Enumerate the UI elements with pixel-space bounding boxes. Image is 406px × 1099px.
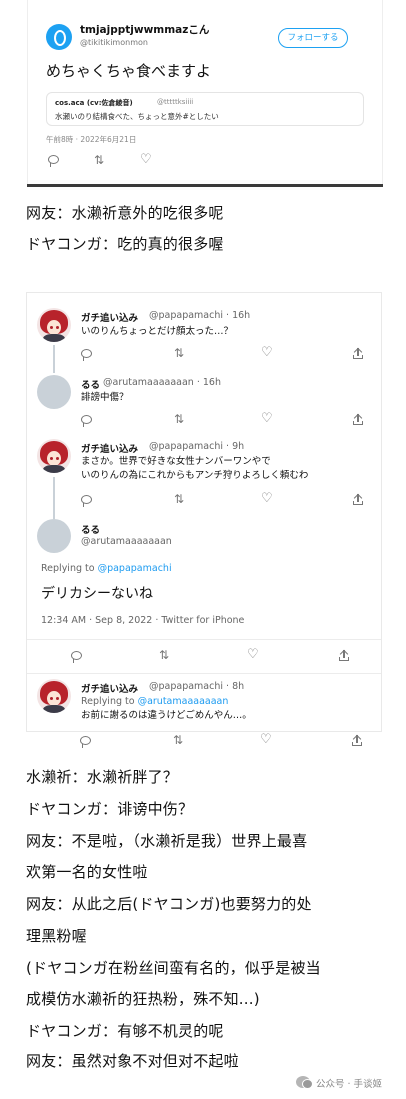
tweet-text: めちゃくちゃ食べますよ	[46, 62, 212, 80]
retweet-icon[interactable]: ⇅	[174, 347, 184, 359]
tweet-author-name[interactable]: ガチ追い込み	[81, 681, 138, 695]
user-avatar[interactable]	[37, 308, 71, 342]
reply-icon[interactable]	[81, 349, 92, 361]
share-icon[interactable]	[353, 493, 363, 505]
embedded-tweet-card: tmjajpptjwwmmazこん @tikitikimonmon フォローする…	[27, 0, 383, 186]
like-icon[interactable]: ♡	[261, 412, 273, 425]
replying-to-link[interactable]: @arutamaaaaaaan	[138, 696, 229, 707]
wechat-icon	[296, 1076, 313, 1089]
caption-line: ドヤコンガ：诽谤中伤？	[26, 800, 194, 818]
tweet-text: デリカシーないね	[41, 586, 153, 602]
replying-to: Replying to @papapamachi	[41, 563, 172, 574]
tweet-actions: ⇅ ♡	[81, 346, 373, 361]
tweet-author-name[interactable]: ガチ追い込み	[81, 310, 138, 324]
tweet-text: 誹謗中傷？	[81, 392, 129, 403]
replying-to: Replying to @arutamaaaaaaan	[81, 696, 229, 707]
tweet-actions: ⇅ ♡	[71, 648, 371, 663]
tweet-meta: @arutamaaaaaaan · 16h	[103, 377, 221, 388]
like-icon[interactable]: ♡	[247, 648, 259, 661]
retweet-icon[interactable]: ⇅	[174, 413, 184, 425]
replying-to-link[interactable]: @papapamachi	[98, 563, 172, 574]
tweet-timestamp[interactable]: 12:34 AM · Sep 8, 2022 · Twitter for iPh…	[41, 615, 244, 626]
share-icon[interactable]	[352, 734, 362, 746]
reply-icon[interactable]	[81, 495, 92, 507]
watermark-text: 公众号 · 手谈姬	[316, 1079, 383, 1090]
divider	[27, 639, 381, 640]
caption-line: 理黑粉喔	[26, 927, 87, 945]
caption-line: 网友：从此之后(ドヤコンガ)也要努力的处	[26, 895, 312, 913]
retweet-icon[interactable]: ⇅	[94, 154, 104, 166]
share-icon[interactable]	[339, 649, 349, 661]
tweet-meta: @papapamachi · 8h	[149, 681, 245, 692]
tweet-author-handle[interactable]: @tikitikimonmon	[80, 38, 148, 47]
tweet-meta: @papapamachi · 9h	[149, 441, 245, 452]
like-icon[interactable]: ♡	[260, 733, 272, 746]
tweet-text: いのりんちょっとだけ顔太った…？	[81, 326, 234, 337]
quoted-tweet-text: 水瀬いのり結構食べた、ちょっと意外#としたい	[55, 112, 219, 121]
divider	[27, 673, 381, 674]
follow-button[interactable]: フォローする	[278, 28, 348, 48]
like-icon[interactable]: ♡	[261, 492, 273, 505]
like-icon[interactable]: ♡	[140, 153, 152, 166]
tweet-author-name[interactable]: るる	[81, 377, 100, 391]
reply-icon[interactable]	[80, 736, 91, 748]
caption-line: 成模仿水濑祈的狂热粉，殊不知...)	[26, 990, 260, 1008]
tweet-actions: ⇅ ♡	[81, 412, 373, 427]
caption-line: 网友：不是啦，（水濑祈是我）世界上最喜	[26, 832, 308, 850]
tweet-timestamp[interactable]: 午前8時 · 2022年6月21日	[46, 134, 136, 145]
reply-icon[interactable]	[48, 155, 59, 167]
share-icon[interactable]	[353, 413, 363, 425]
reply-icon[interactable]	[81, 415, 92, 427]
caption-line: ドヤコンガ：吃的真的很多喔	[26, 235, 224, 253]
tweet-author-name[interactable]: るる	[81, 522, 100, 536]
tweet-actions: ⇅ ♡	[81, 492, 373, 507]
tweet-actions: ⇅ ♡	[48, 153, 198, 168]
quoted-tweet[interactable]: cos.aca (cv:佐倉綾音) @tttttksiiii 水瀬いのり結構食べ…	[46, 92, 364, 126]
tweet-author-name[interactable]: ガチ追い込み	[81, 441, 138, 455]
quoted-author-name: cos.aca (cv:佐倉綾音)	[55, 99, 133, 107]
caption-line: 水濑祈：水濑祈胖了？	[26, 768, 179, 786]
user-avatar[interactable]	[37, 439, 71, 473]
tweet-meta: @papapamachi · 16h	[149, 310, 251, 321]
tweet-text: まさか。世界で好きな女性ナンバーワンやで	[81, 456, 271, 467]
caption-line: 网友：虽然对象不对但对不起啦	[26, 1052, 239, 1070]
thread-connector	[53, 477, 55, 519]
screenshot-border	[27, 184, 383, 187]
tweet-meta: @arutamaaaaaaan	[81, 536, 172, 547]
user-avatar[interactable]	[37, 679, 71, 713]
tweet-text: お前に謝るのは違うけどごめんやん…。	[81, 710, 252, 721]
caption-line: ドヤコンガ：有够不机灵的呢	[26, 1022, 224, 1040]
tweet-actions: ⇅ ♡	[80, 733, 372, 748]
like-icon[interactable]: ♡	[261, 346, 273, 359]
reply-icon[interactable]	[71, 651, 82, 663]
caption-line: (ドヤコンガ在粉丝间蛮有名的，似乎是被当	[26, 959, 321, 977]
tweet-author-name[interactable]: tmjajpptjwwmmazこん	[80, 22, 209, 37]
caption-line: 网友：水濑祈意外的吃很多呢	[26, 204, 224, 222]
share-icon[interactable]	[353, 347, 363, 359]
retweet-icon[interactable]: ⇅	[159, 649, 169, 661]
user-avatar[interactable]	[37, 519, 71, 553]
user-avatar[interactable]	[37, 375, 71, 409]
tweet-thread: ガチ追い込み @papapamachi · 16h いのりんちょっとだけ顔太った…	[26, 292, 382, 732]
thread-connector	[53, 345, 55, 373]
tweet-text: いのりんの為にこれからもアンチ狩りよろしく頼むわ	[81, 470, 309, 481]
retweet-icon[interactable]: ⇅	[174, 493, 184, 505]
quoted-author-handle: @tttttksiiii	[157, 98, 194, 106]
caption-line: 欢第一名的女性啦	[26, 863, 148, 881]
user-avatar[interactable]	[46, 24, 72, 50]
retweet-icon[interactable]: ⇅	[173, 734, 183, 746]
